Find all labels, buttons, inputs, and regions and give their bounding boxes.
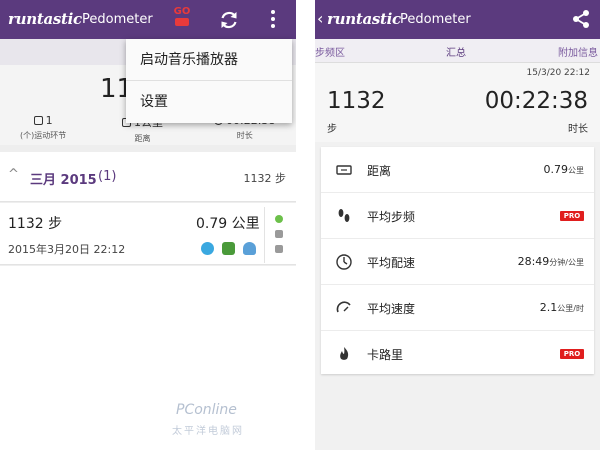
stat-duration-label: 时长 [236, 131, 253, 140]
tab-additional-info[interactable]: 附加信息 [558, 44, 598, 59]
session-date: 2015年3月20日 22:12 [8, 243, 126, 256]
tab-bar: 步频区 汇总 附加信息 [315, 39, 600, 63]
summary-panel: 15/3/20 22:12 1132 步 00:22:38 时长 [315, 63, 600, 142]
stat-label: 平均步频 [367, 210, 416, 224]
flame-icon [340, 347, 349, 360]
list-empty-area [0, 266, 296, 450]
status-dot-icon [275, 215, 283, 223]
summary-duration-label: 时长 [568, 124, 588, 135]
stat-row-cadence: 平均步频 PRO [321, 193, 594, 239]
summary-steps: 1132 [327, 88, 386, 114]
app-bar: ‹ runtastic Pedometer [315, 0, 600, 39]
session-list-item[interactable]: 1132 步 0.79 公里 2015年3月20日 22:12 [0, 203, 296, 265]
stat-value: 0.79公里 [544, 163, 585, 176]
watermark: PConline [176, 402, 237, 418]
stat-number: 0.79 [543, 163, 569, 176]
screen-divider [296, 0, 315, 450]
stat-label: 平均速度 [367, 302, 416, 316]
stats-card: 距离 0.79公里 平均步频 PRO 平均配速 28:49分钟/公里 平均速度 … [321, 147, 594, 374]
mood-icon [201, 242, 214, 255]
stat-sessions-label: (个)运动环节 [20, 131, 67, 140]
month-steps: 1132 步 [243, 172, 287, 185]
summary-steps-label: 步 [327, 124, 337, 135]
brand-logo: runtastic [327, 10, 401, 28]
stat-distance-label: 距离 [134, 134, 151, 143]
app-bar: runtastic Pedometer GO [0, 0, 296, 39]
stat-sessions: 1 (个)运动环节 [20, 114, 66, 141]
back-chevron-icon[interactable]: ‹ [317, 9, 323, 28]
app-name: Pedometer [82, 12, 153, 27]
footsteps-icon [338, 209, 350, 222]
stat-unit: 公里 [568, 166, 584, 175]
stat-label: 卡路里 [367, 348, 404, 362]
stat-unit: 公里/时 [557, 304, 584, 313]
month-header[interactable]: ^ 三月 2015 (1) 1132 步 [0, 152, 296, 202]
summary-duration: 00:22:38 [484, 88, 588, 114]
pro-badge[interactable]: PRO [560, 211, 584, 221]
session-distance: 0.79 公里 [196, 216, 260, 232]
stat-unit: 分钟/公里 [549, 258, 584, 267]
menu-item-settings[interactable]: 设置 [126, 81, 292, 123]
overflow-menu: 启动音乐播放器 设置 [126, 39, 292, 123]
app-name: Pedometer [400, 12, 471, 27]
stat-number: 2.1 [539, 301, 558, 314]
speed-icon [336, 301, 351, 313]
share-icon[interactable] [571, 9, 591, 29]
left-screen: runtastic Pedometer GO 11 1 (个)运动环节 1公里 … [0, 0, 296, 450]
stat-value: 28:49分钟/公里 [518, 255, 584, 268]
go-label: GO [173, 6, 191, 17]
month-count: (1) [98, 169, 117, 184]
stat-label: 平均配速 [367, 256, 416, 270]
summary-date: 15/3/20 22:12 [526, 68, 591, 78]
tab-summary[interactable]: 汇总 [446, 44, 466, 59]
stat-number: 28:49 [517, 255, 550, 268]
right-screen: ‹ runtastic Pedometer 步频区 汇总 附加信息 15/3/2… [315, 0, 600, 450]
overflow-menu-icon[interactable] [268, 10, 278, 30]
stat-row-distance: 距离 0.79公里 [321, 147, 594, 193]
go-icon [175, 18, 189, 26]
terrain-icon [222, 242, 236, 255]
stat-row-calories: 卡路里 PRO [321, 331, 594, 377]
share-status [264, 207, 292, 263]
watermark-subtitle: 太平洋电脑网 [172, 426, 244, 437]
month-title: 三月 2015 [30, 173, 97, 188]
tab-cadence-zones[interactable]: 步频区 [315, 44, 345, 59]
weather-cloud-icon [243, 242, 257, 255]
twitter-icon [275, 245, 283, 253]
brand-logo: runtastic [8, 10, 82, 28]
pro-badge[interactable]: PRO [560, 349, 584, 359]
menu-item-music-player[interactable]: 启动音乐播放器 [126, 39, 292, 81]
stat-row-pace: 平均配速 28:49分钟/公里 [321, 239, 594, 285]
pace-icon [336, 254, 352, 270]
facebook-icon [275, 230, 283, 238]
stat-value: 2.1公里/时 [540, 301, 584, 314]
stat-sessions-value: 1 [45, 114, 53, 127]
session-steps: 1132 步 [8, 216, 63, 232]
chevron-up-icon: ^ [8, 167, 19, 182]
stat-label: 距离 [367, 164, 392, 178]
distance-icon [336, 165, 352, 175]
refresh-icon[interactable] [218, 9, 240, 31]
stat-row-speed: 平均速度 2.1公里/时 [321, 285, 594, 331]
go-button[interactable]: GO [172, 6, 192, 26]
session-icons [201, 240, 259, 259]
calendar-icon [33, 116, 43, 125]
